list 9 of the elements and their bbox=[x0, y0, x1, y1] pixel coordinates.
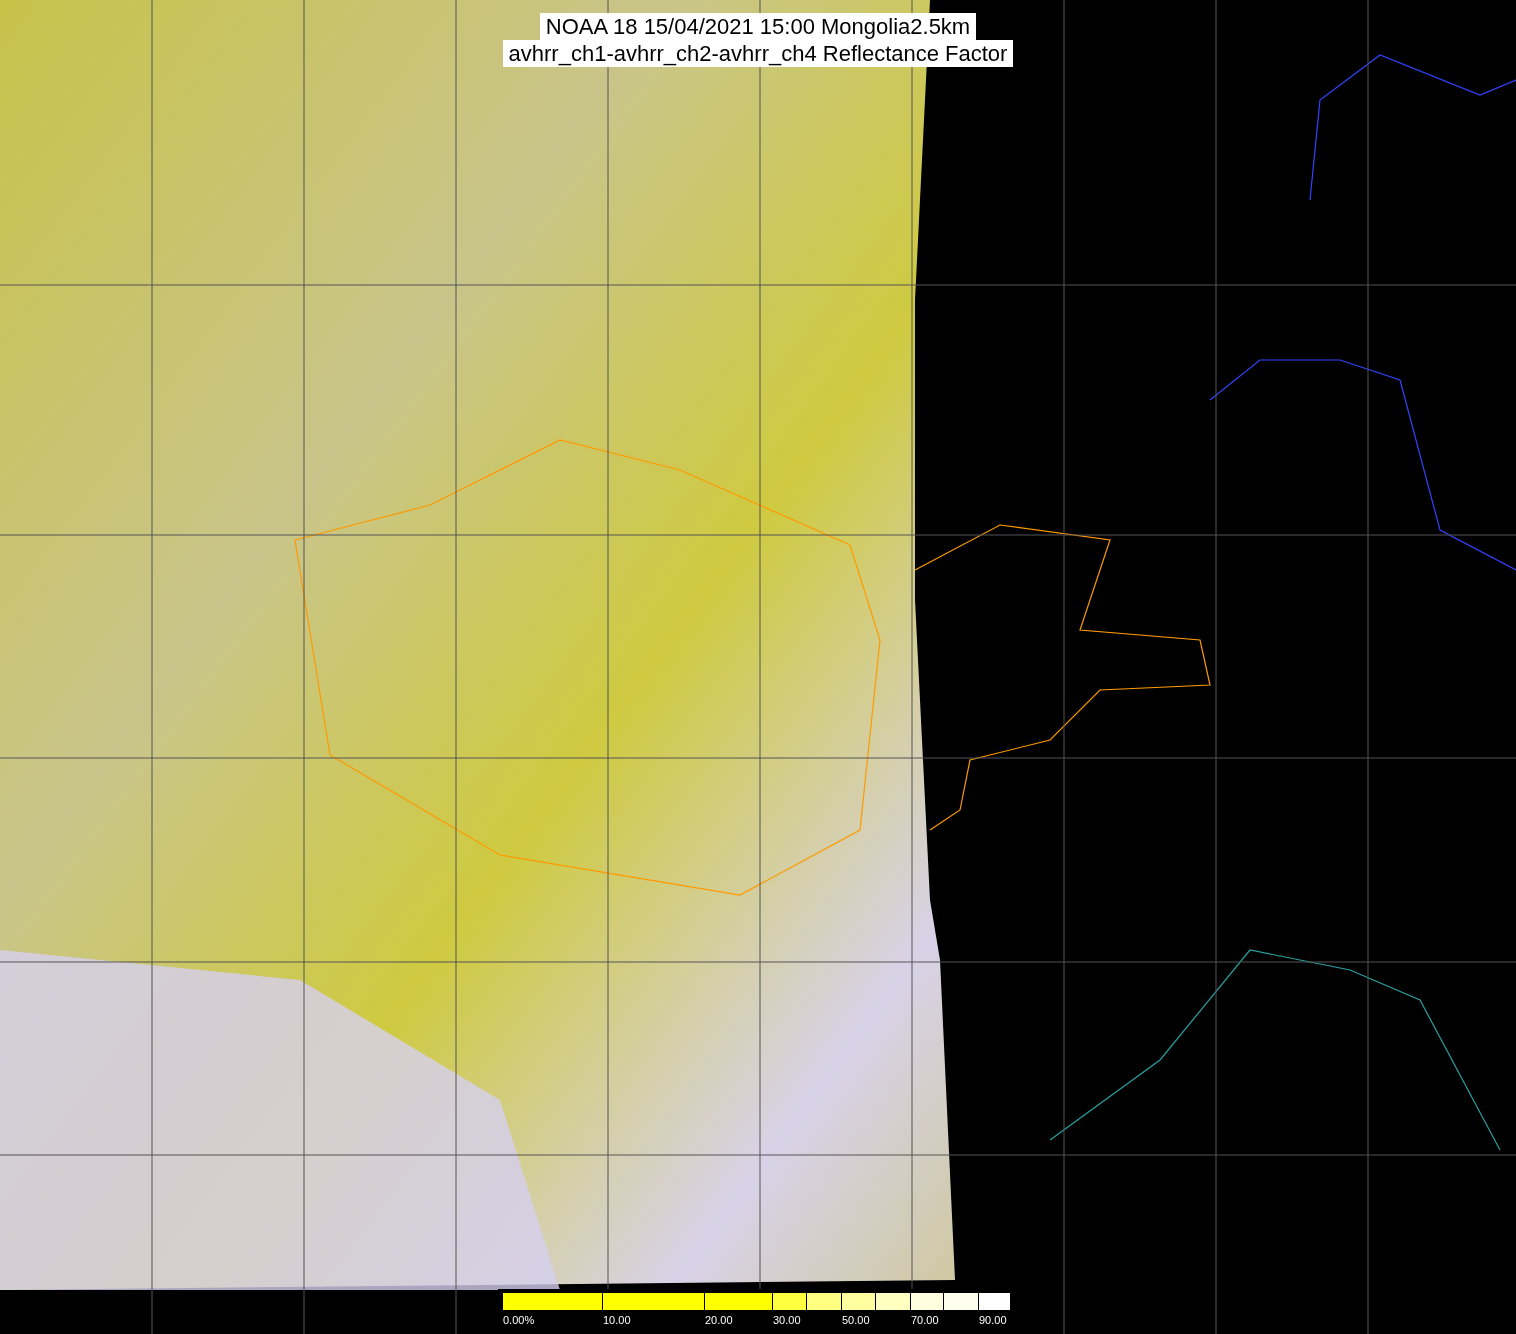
legend-label: 20.00 bbox=[705, 1313, 733, 1327]
legend-label: 10.00 bbox=[603, 1313, 631, 1327]
map-title: avhrr_ch1-avhrr_ch2-avhrr_ch4 Reflectance Factor bbox=[502, 40, 1014, 67]
legend-label: 70.00 bbox=[911, 1313, 939, 1327]
legend-label: 30.00 bbox=[773, 1313, 801, 1327]
map-title: NOAA 18 15/04/2021 15:00 Mongolia2.5km bbox=[539, 13, 977, 40]
legend-label: 50.00 bbox=[842, 1313, 870, 1327]
legend-label: 90.00 bbox=[979, 1313, 1007, 1327]
legend-label: 0.00% bbox=[503, 1313, 535, 1327]
